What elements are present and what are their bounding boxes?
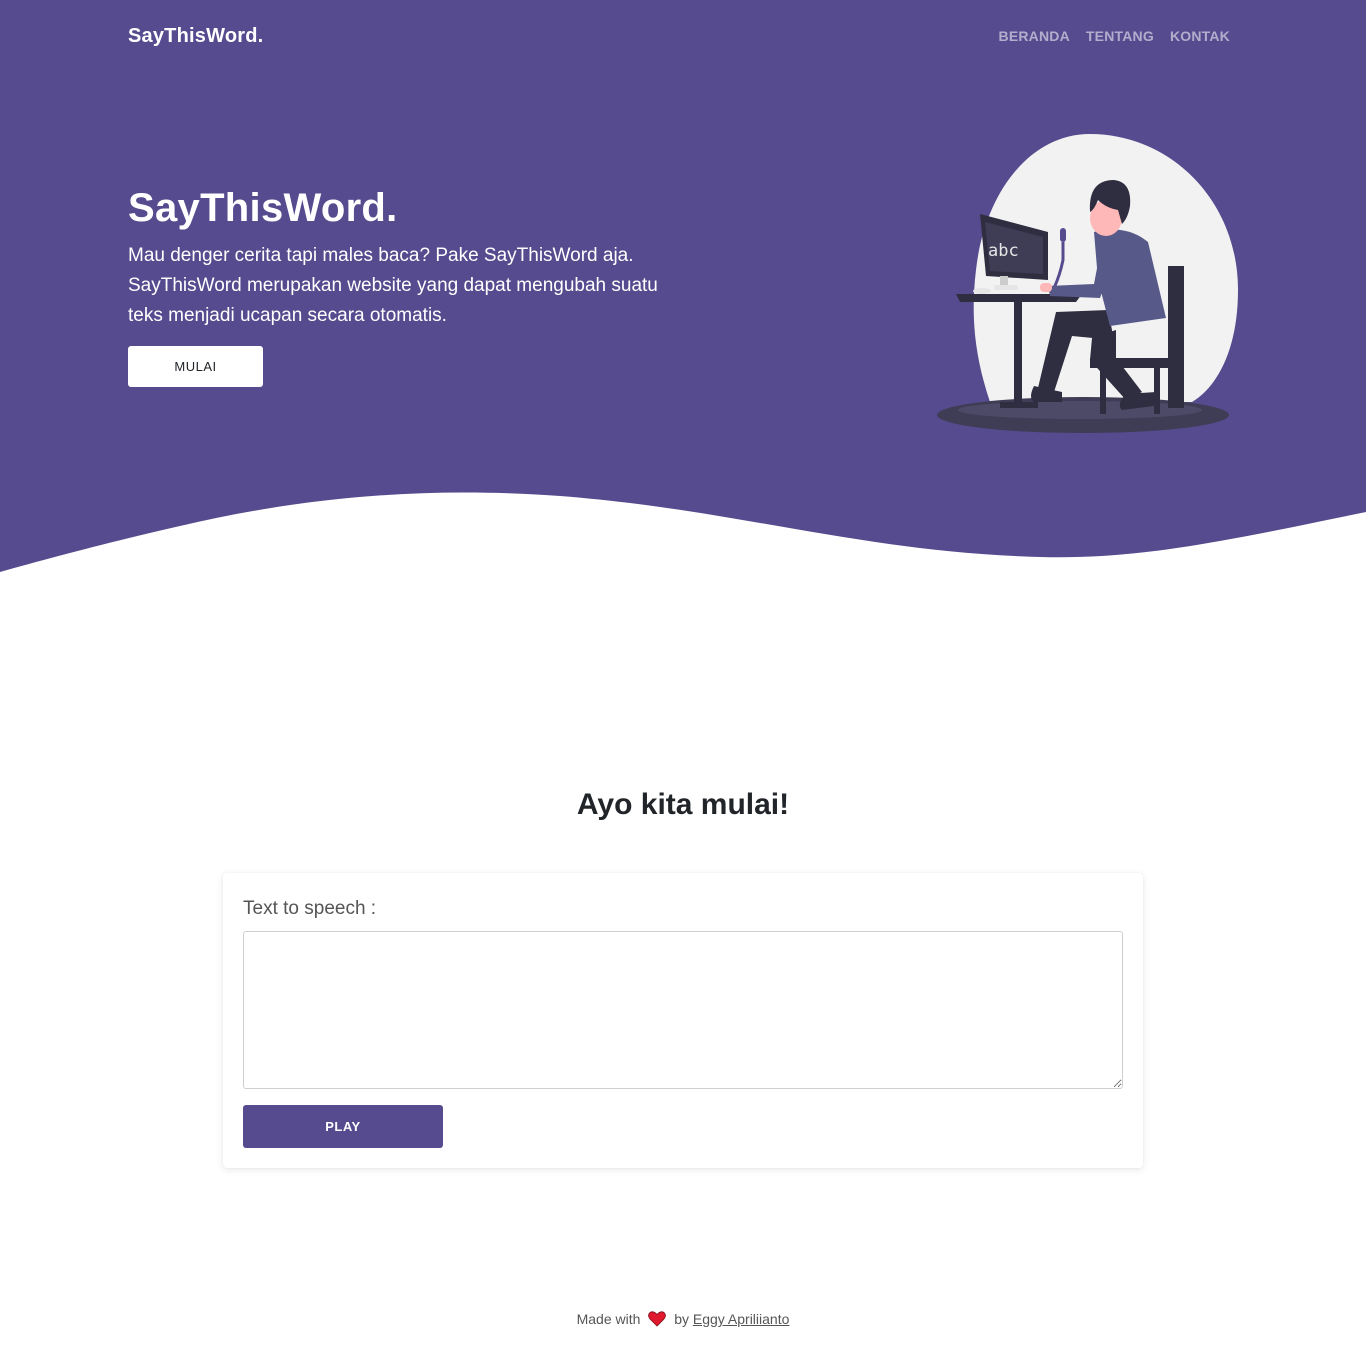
- hero-title: SayThisWord.: [128, 186, 398, 230]
- brand-logo[interactable]: SayThisWord.: [128, 25, 263, 48]
- nav-link-beranda[interactable]: BERANDA: [999, 28, 1070, 44]
- nav-link-kontak[interactable]: KONTAK: [1170, 28, 1230, 44]
- section-title: Ayo kita mulai!: [576, 788, 790, 821]
- footer-author-link[interactable]: Eggy Apriliianto: [693, 1311, 790, 1327]
- nav-link-tentang[interactable]: TENTANG: [1086, 28, 1154, 44]
- footer-by-text: by: [674, 1311, 689, 1328]
- hero-description: Mau denger cerita tapi males baca? Pake …: [128, 245, 658, 326]
- heart-icon: [648, 1311, 667, 1330]
- person-at-computer-illustration: abc: [937, 134, 1238, 433]
- text-to-speech-textarea[interactable]: [243, 931, 1123, 1089]
- nav-links: BERANDA TENTANG KONTAK: [999, 28, 1230, 44]
- monitor-screen-text: abc: [988, 241, 1019, 261]
- hero-section: SayThisWord. BERANDA TENTANG KONTAK SayT…: [0, 0, 1366, 580]
- play-button[interactable]: PLAY: [243, 1105, 443, 1148]
- footer-made-with-text: Made with: [576, 1311, 641, 1328]
- text-to-speech-label: Text to speech :: [243, 898, 377, 919]
- top-navbar: SayThisWord. BERANDA TENTANG KONTAK: [128, 22, 1230, 52]
- mulai-button[interactable]: MULAI: [128, 346, 263, 387]
- footer: Made with by Eggy Apriliianto: [0, 1311, 1366, 1330]
- text-to-speech-card: Text to speech : PLAY: [223, 873, 1143, 1168]
